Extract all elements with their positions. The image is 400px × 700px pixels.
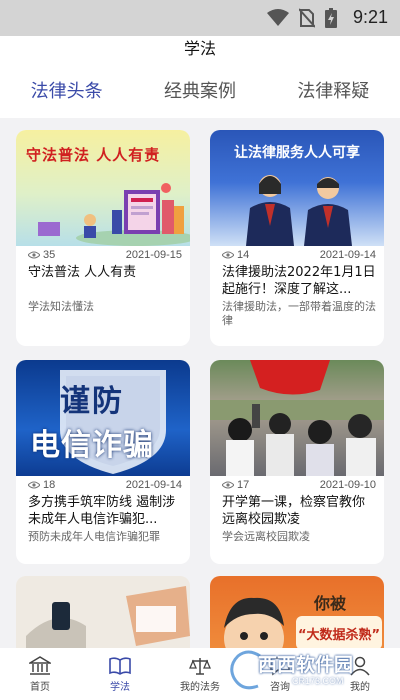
view-count-value: 18: [43, 479, 56, 491]
article-subtitle: 法律援助法，一部带着温度的法律: [222, 300, 376, 327]
nav-consult-label: 咨询: [270, 681, 290, 693]
eye-icon: [222, 251, 234, 259]
thumbnail-caption: 守法普法 人人有责: [26, 146, 161, 164]
article-thumbnail: 你被 “大数据杀熟”: [210, 576, 384, 648]
article-card[interactable]: 守法普法 人人有责 35 2021-09-15 守法普法 人人有责 学法知法懂法: [16, 130, 190, 346]
article-title: 多方携手筑牢防线 遏制涉未成年人电信诈骗犯...: [28, 495, 176, 527]
article-thumbnail: [16, 576, 190, 648]
article-thumbnail: [210, 360, 384, 476]
thumbnail-caption-line2: 电信诈骗: [30, 428, 154, 463]
nav-home-label: 首页: [30, 681, 50, 693]
view-count-value: 14: [237, 249, 250, 261]
thumbnail-caption-line1: 谨防: [60, 384, 124, 419]
article-subtitle: 学会远离校园欺凌: [222, 530, 310, 543]
article-card[interactable]: 让法律服务人人可享 14 2021-09-14 法律援助法2022年1月1日起施…: [210, 130, 384, 346]
thumbnail-caption: 让法律服务人人可享: [234, 145, 360, 161]
article-title: 法律援助法2022年1月1日起施行！深度了解这...: [222, 265, 376, 297]
article-card[interactable]: [16, 576, 190, 648]
nav-study-law[interactable]: 学法: [80, 648, 160, 700]
article-subtitle: 学法知法懂法: [28, 300, 94, 313]
nav-me-label: 我的: [350, 681, 370, 693]
view-count: 18: [28, 479, 55, 491]
book-icon: [109, 656, 131, 675]
status-bar: 9:21: [0, 0, 400, 36]
no-sim-icon: [298, 7, 315, 28]
publish-date: 2021-09-10: [319, 479, 376, 491]
law-books-illustration: [38, 183, 190, 246]
article-thumbnail: 守法普法 人人有责: [16, 130, 190, 246]
article-card[interactable]: 谨防 电信诈骗 18 2021-09-14 多方携手筑牢防线 遏制涉未成年人电信…: [16, 360, 190, 564]
nav-my-legal-affairs-label: 我的法务: [180, 681, 220, 693]
article-card[interactable]: 你被 “大数据杀熟”: [210, 576, 384, 648]
article-meta: 17 2021-09-10: [210, 476, 384, 494]
chat-icon: [270, 656, 290, 676]
view-count-value: 35: [43, 249, 56, 261]
tab-legal-qa[interactable]: 法律释疑: [267, 66, 400, 118]
lawyers-illustration: [246, 175, 352, 246]
thumbnail-caption-line1: 你被: [314, 594, 347, 613]
battery-icon: [324, 7, 337, 28]
view-count: 17: [222, 479, 249, 491]
title-bar: 学法: [0, 36, 400, 66]
eye-icon: [28, 481, 40, 489]
scale-icon: [189, 657, 211, 675]
bank-icon: [29, 655, 51, 675]
consultation-photo: [16, 576, 190, 648]
article-meta: 35 2021-09-15: [16, 246, 190, 264]
view-count: 35: [28, 249, 55, 261]
students-photo: [210, 360, 384, 476]
page-title: 学法: [183, 39, 216, 58]
tab-classic-cases[interactable]: 经典案例: [133, 66, 266, 118]
nav-home[interactable]: 首页: [0, 648, 80, 700]
article-title: 开学第一课，检察官教你远离校园欺凌: [222, 495, 366, 527]
publish-date: 2021-09-14: [319, 249, 376, 261]
view-count-value: 17: [237, 479, 250, 491]
thumbnail-caption-line2: “大数据杀熟”: [298, 628, 381, 643]
publish-date: 2021-09-15: [125, 249, 182, 261]
publish-date: 2021-09-14: [125, 479, 182, 491]
article-meta: 14 2021-09-14: [210, 246, 384, 264]
eye-icon: [28, 251, 40, 259]
nav-study-law-label: 学法: [110, 681, 130, 693]
article-thumbnail: 让法律服务人人可享: [210, 130, 384, 246]
article-card[interactable]: 17 2021-09-10 开学第一课，检察官教你远离校园欺凌 学会远离校园欺凌: [210, 360, 384, 564]
status-icons: 9:21: [266, 7, 388, 28]
nav-my-legal-affairs[interactable]: 我的法务: [160, 648, 240, 700]
tab-legal-headlines[interactable]: 法律头条: [0, 66, 133, 118]
article-grid: 守法普法 人人有责 35 2021-09-15 守法普法 人人有责 学法知法懂法…: [0, 118, 400, 648]
article-meta: 18 2021-09-14: [16, 476, 190, 494]
wifi-icon: [266, 8, 289, 26]
eye-icon: [222, 481, 234, 489]
article-subtitle: 预防未成年人电信诈骗犯罪: [28, 530, 160, 543]
view-count: 14: [222, 249, 249, 261]
bottom-nav: 首页 学法 我的法务 咨询 我的: [0, 648, 400, 700]
user-icon: [350, 656, 370, 675]
clock: 9:21: [352, 7, 388, 27]
nav-me[interactable]: 我的: [320, 648, 400, 700]
nav-consult[interactable]: 咨询: [240, 648, 320, 700]
article-thumbnail: 谨防 电信诈骗: [16, 360, 190, 476]
article-title: 守法普法 人人有责: [28, 265, 137, 280]
tab-bar: 法律头条 经典案例 法律释疑: [0, 66, 400, 118]
